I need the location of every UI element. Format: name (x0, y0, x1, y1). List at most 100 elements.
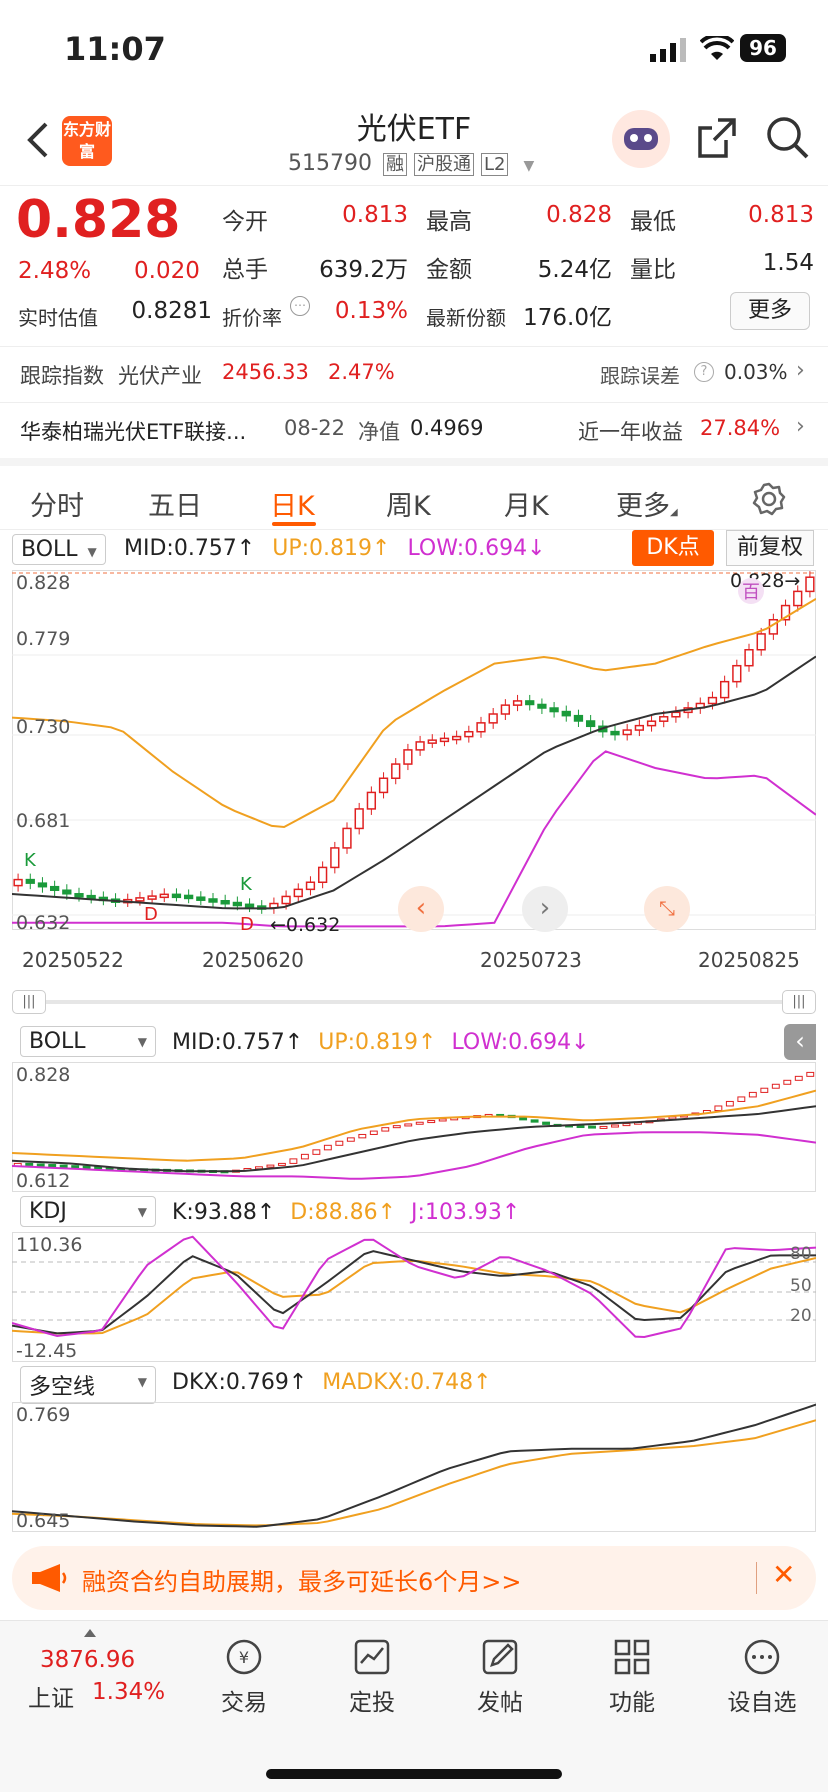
page-title: 光伏ETF (356, 112, 472, 147)
kdj-j-line (12, 1235, 816, 1338)
market-index-pct: 1.34% (92, 1679, 166, 1705)
main-indicator-values: MID:0.757↑ UP:0.819↑ LOW:0.694↓ (124, 536, 546, 570)
amount-value: 5.24亿 (537, 257, 612, 283)
dkx-panel-select[interactable]: 多空线 ▼ (20, 1366, 156, 1404)
main-indicator-select[interactable]: BOLL ▼ (12, 534, 106, 565)
chevron-right-icon[interactable]: › (796, 414, 805, 439)
range-slider[interactable]: ||| ||| (12, 990, 816, 1014)
tag-margin: 融 (382, 153, 407, 176)
chevron-right-icon[interactable]: › (796, 358, 805, 383)
candle-body (59, 1164, 68, 1168)
candle-body (427, 1120, 436, 1124)
chevron-right-icon[interactable]: › (522, 886, 568, 932)
promo-banner[interactable]: 融资合约自助展期，最多可延长6个月>> ✕ (12, 1546, 816, 1610)
dkx-panel-values: DKX:0.769↑ MADKX:0.748↑ (172, 1370, 492, 1404)
settings-icon[interactable] (752, 482, 786, 516)
signal-marker: D (144, 904, 158, 925)
low-label: 最低 (630, 209, 676, 235)
more-button[interactable]: 更多 (730, 292, 810, 330)
candle-body (438, 1118, 447, 1122)
track-index-name[interactable]: 光伏产业 (118, 360, 202, 390)
candle-body (48, 1164, 57, 1168)
expand-up-icon[interactable] (84, 1629, 96, 1637)
tab-weekly-k[interactable]: 周K (386, 484, 431, 523)
expand-icon[interactable]: ⤡ (644, 886, 690, 932)
candle-body (646, 720, 657, 727)
candle-body (427, 739, 437, 744)
candle-body (542, 1121, 551, 1125)
robot-avatar-icon[interactable] (612, 110, 670, 168)
add-watchlist-label: 设自选 (727, 1690, 797, 1716)
tab-monthly-k[interactable]: 月K (504, 484, 549, 523)
security-code-row: 515790 融 沪股通 L2 ▼ (288, 150, 534, 176)
candle-body (585, 720, 596, 728)
candle-body (611, 1124, 619, 1128)
dkx-chart (12, 1402, 816, 1532)
market-index-value[interactable]: 3876.96 (40, 1647, 135, 1673)
nav-value: 0.4969 (410, 416, 484, 440)
functions-button[interactable]: 功能 (582, 1637, 682, 1717)
chevron-left-icon[interactable]: ‹ (398, 886, 444, 932)
help-icon[interactable]: ? (694, 362, 714, 382)
candle-body (366, 791, 377, 810)
y-axis-label: 0.681 (16, 810, 71, 832)
range-handle-right[interactable]: ||| (782, 990, 816, 1014)
candle-body (439, 737, 450, 743)
x-axis-label: 20250522 (22, 948, 124, 972)
battery-indicator: 96 (740, 34, 786, 62)
boll-panel-select[interactable]: BOLL ▼ (20, 1026, 156, 1057)
tab-daily-k[interactable]: 日K (270, 484, 315, 523)
candle-body (476, 722, 486, 733)
collapse-panel-icon[interactable]: ‹ (784, 1024, 816, 1060)
chart-frame (12, 570, 816, 930)
candle-body (323, 1144, 332, 1151)
kdj-panel-select[interactable]: KDJ ▼ (20, 1196, 156, 1227)
dkx-line (12, 1403, 816, 1528)
post-button[interactable]: 发帖 (450, 1637, 550, 1717)
nav-date: 08-22 (284, 416, 346, 440)
candle-body (671, 711, 681, 718)
tab-intraday[interactable]: 分时 (30, 484, 84, 523)
close-icon[interactable]: ✕ (772, 1558, 795, 1591)
chart-frame (12, 1232, 816, 1362)
candle-body (622, 1123, 631, 1127)
add-watchlist-button[interactable]: 设自选 (712, 1637, 812, 1717)
candle-body (714, 1105, 723, 1111)
boll-y-bottom: 0.612 (16, 1170, 71, 1192)
chevron-down-icon[interactable]: ▼ (523, 158, 534, 174)
trade-icon: ¥ (226, 1639, 262, 1675)
back-icon[interactable] (26, 120, 50, 160)
bottom-toolbar: 3876.96 上证 1.34% ¥ 交易 定投 发帖 功能 设自选 (0, 1620, 828, 1792)
candle-body (289, 1158, 298, 1164)
candle-body (500, 704, 511, 715)
change-percent: 2.48% (18, 258, 92, 284)
auto-invest-button[interactable]: 定投 (322, 1637, 422, 1717)
megaphone-icon (32, 1564, 67, 1592)
search-icon[interactable] (766, 116, 810, 160)
info-icon[interactable]: ⋯ (290, 296, 310, 316)
kdj-d-line (12, 1257, 816, 1335)
candle-body (358, 1133, 367, 1139)
kline-chart[interactable] (12, 570, 816, 930)
trade-button[interactable]: ¥ 交易 (194, 1637, 294, 1717)
dk-point-button[interactable]: DK点 (632, 530, 714, 566)
candle-body (794, 1075, 803, 1081)
more-dots-icon (744, 1639, 780, 1675)
active-tab-indicator (272, 522, 316, 526)
kdj-y-bottom: -12.45 (16, 1340, 78, 1362)
open-value: 0.813 (342, 202, 408, 228)
candle-body (369, 1130, 378, 1135)
range-handle-left[interactable]: ||| (12, 990, 46, 1014)
last-price: 0.828 (16, 190, 181, 250)
dkx-value: DKX:0.769↑ (172, 1370, 308, 1395)
tab-five-day[interactable]: 五日 (148, 484, 202, 523)
tag-connect: 沪股通 (413, 153, 474, 176)
feeder-fund-name[interactable]: 华泰柏瑞光伏ETF联接... (20, 416, 246, 446)
estimate-label: 实时估值 (18, 306, 98, 330)
candle-body (744, 649, 754, 667)
adjust-price-button[interactable]: 前复权 (726, 530, 814, 566)
tab-more[interactable]: 更多◢ (616, 484, 678, 523)
candle-body (293, 888, 303, 898)
kdj-level: 80 (790, 1244, 812, 1264)
share-icon[interactable] (696, 116, 738, 160)
